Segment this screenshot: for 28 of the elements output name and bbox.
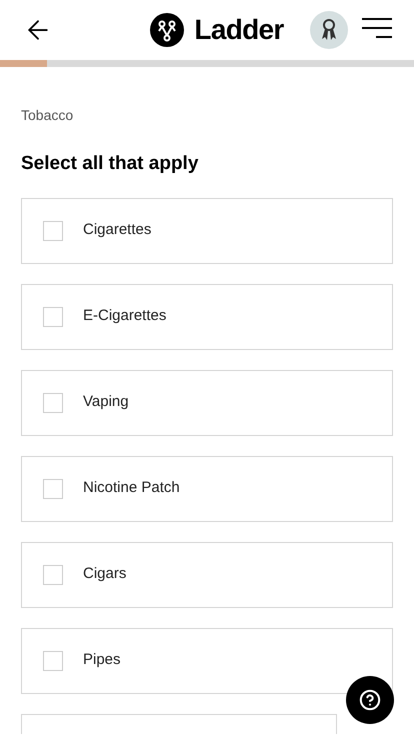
help-icon	[359, 689, 381, 711]
question-heading: Select all that apply	[21, 152, 200, 176]
option-label: E-Cigarettes	[83, 306, 166, 326]
logo-icon	[150, 13, 184, 47]
option-label: Pipes	[83, 650, 121, 670]
option-card[interactable]	[21, 714, 337, 734]
option-label: Cigarettes	[83, 220, 152, 240]
checkbox[interactable]	[43, 220, 63, 240]
checkbox[interactable]	[43, 306, 63, 326]
option-label: Vaping	[83, 392, 129, 412]
checkbox[interactable]	[43, 478, 63, 498]
option-card[interactable]: Nicotine Patch	[21, 456, 393, 522]
option-label: Cigars	[83, 564, 126, 584]
section-label: Tobacco	[21, 106, 74, 125]
option-label: Nicotine Patch	[83, 478, 180, 498]
option-card[interactable]: Cigars	[21, 542, 393, 608]
checkbox[interactable]	[43, 392, 63, 412]
badge-button[interactable]	[310, 11, 348, 49]
menu-icon	[362, 18, 392, 38]
logo-text: Ladder	[194, 13, 284, 47]
checkbox[interactable]	[43, 650, 63, 670]
option-card[interactable]: E-Cigarettes	[21, 284, 393, 350]
option-card[interactable]: Cigarettes	[21, 198, 393, 264]
checkbox[interactable]	[43, 564, 63, 584]
option-card[interactable]: Vaping	[21, 370, 393, 436]
award-ribbon-icon	[320, 18, 338, 42]
help-button[interactable]	[346, 676, 394, 724]
option-card[interactable]: Pipes	[21, 628, 393, 694]
